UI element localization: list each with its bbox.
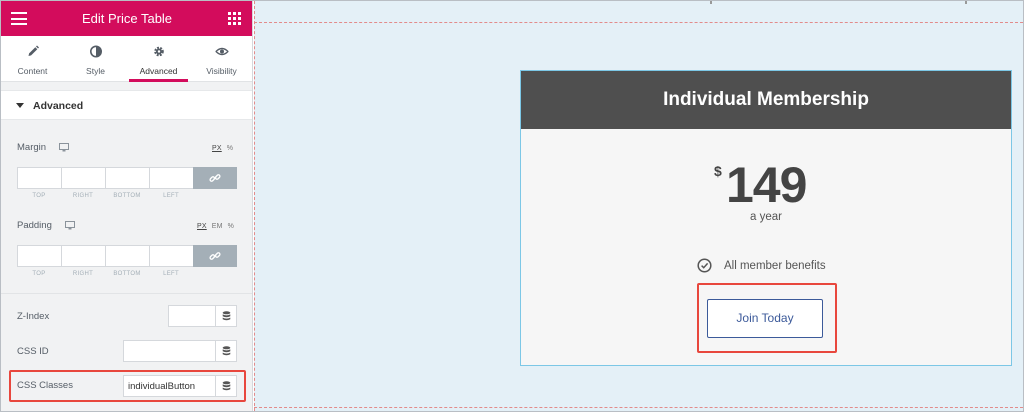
pencil-icon [28,45,39,56]
desktop-icon[interactable] [59,143,69,152]
padding-inputs [17,245,237,267]
css-id-dynamic-button[interactable] [215,340,237,362]
panel-title: Edit Price Table [81,11,173,26]
caption-bottom: BOTTOM [113,193,141,199]
feature-text: All member benefits [724,259,826,272]
padding-units: PX EM% [192,223,234,230]
preview-canvas: Individual Membership $ 149 a year All m… [254,1,1023,411]
tab-visibility-label: Visibility [206,66,237,76]
price-block: $ 149 [521,157,1011,219]
caption-right: RIGHT [72,271,94,277]
z-index-dynamic-button[interactable] [215,305,237,327]
margin-captions: TOP RIGHT BOTTOM LEFT [17,193,193,199]
button-highlight [697,283,837,353]
link-icon [209,174,221,182]
section-boundary-left [254,1,255,411]
caret-down-icon [16,103,24,108]
feature-item: All member benefits [697,258,826,273]
handle-mark [965,1,967,4]
css-classes-highlight [9,370,246,402]
editor-panel: Edit Price Table Content Style Advanced … [1,1,253,411]
padding-right-input[interactable] [61,245,105,267]
padding-unit-em[interactable]: EM [212,223,223,230]
padding-left-input[interactable] [149,245,193,267]
handle-mark [710,1,712,4]
padding-unit-px[interactable]: PX [197,223,207,230]
section-boundary-top [254,22,1023,23]
section-advanced-toggle[interactable]: Advanced [1,90,252,120]
price-amount: 149 [726,157,807,213]
margin-link-button[interactable] [193,167,237,189]
margin-left-input[interactable] [149,167,193,189]
tab-style[interactable]: Style [64,36,127,81]
caption-right: RIGHT [72,193,94,199]
z-index-label: Z-Index [17,311,50,322]
widgets-grid-icon[interactable] [228,12,241,25]
price-table-title: Individual Membership [521,71,1011,129]
link-icon [209,252,221,260]
price-period: a year [750,211,782,223]
z-index-input[interactable] [168,305,216,327]
margin-label: Margin [17,142,47,153]
caption-bottom: BOTTOM [113,271,141,277]
desktop-icon[interactable] [65,221,75,230]
contrast-icon [89,45,102,58]
margin-bottom-input[interactable] [105,167,149,189]
padding-captions: TOP RIGHT BOTTOM LEFT [17,271,193,277]
padding-link-button[interactable] [193,245,237,267]
panel-tabs: Content Style Advanced Visibility [1,36,252,82]
caption-top: TOP [32,193,46,199]
tab-advanced-label: Advanced [139,66,178,76]
tab-content[interactable]: Content [1,36,64,81]
margin-unit-percent[interactable]: % [227,145,233,152]
css-id-input[interactable] [123,340,216,362]
caption-left: LEFT [163,193,179,199]
margin-top-input[interactable] [17,167,61,189]
advanced-controls: Margin PX% TOP RIGHT BOTTOM LEFT Padding… [1,120,252,411]
padding-bottom-input[interactable] [105,245,149,267]
caption-top: TOP [32,271,46,277]
padding-unit-percent[interactable]: % [228,223,234,230]
database-icon [222,346,230,356]
margin-units: PX% [207,145,233,152]
section-title: Advanced [33,100,84,112]
margin-right-input[interactable] [61,167,105,189]
gear-icon [153,46,164,57]
divider [1,293,252,294]
caption-left: LEFT [163,271,179,277]
tab-advanced[interactable]: Advanced [127,36,190,82]
section-boundary-bottom [254,407,1023,408]
padding-top-input[interactable] [17,245,61,267]
tab-style-label: Style [86,66,105,76]
tab-visibility[interactable]: Visibility [190,36,252,81]
tab-content-label: Content [17,66,48,76]
eye-icon [215,47,228,56]
css-id-label: CSS ID [17,346,49,357]
database-icon [222,311,230,321]
margin-unit-px[interactable]: PX [212,145,222,152]
margin-inputs [17,167,237,189]
currency-symbol: $ [714,163,722,179]
padding-label: Padding [17,220,52,231]
check-circle-icon [697,258,712,273]
panel-header: Edit Price Table [1,1,252,36]
